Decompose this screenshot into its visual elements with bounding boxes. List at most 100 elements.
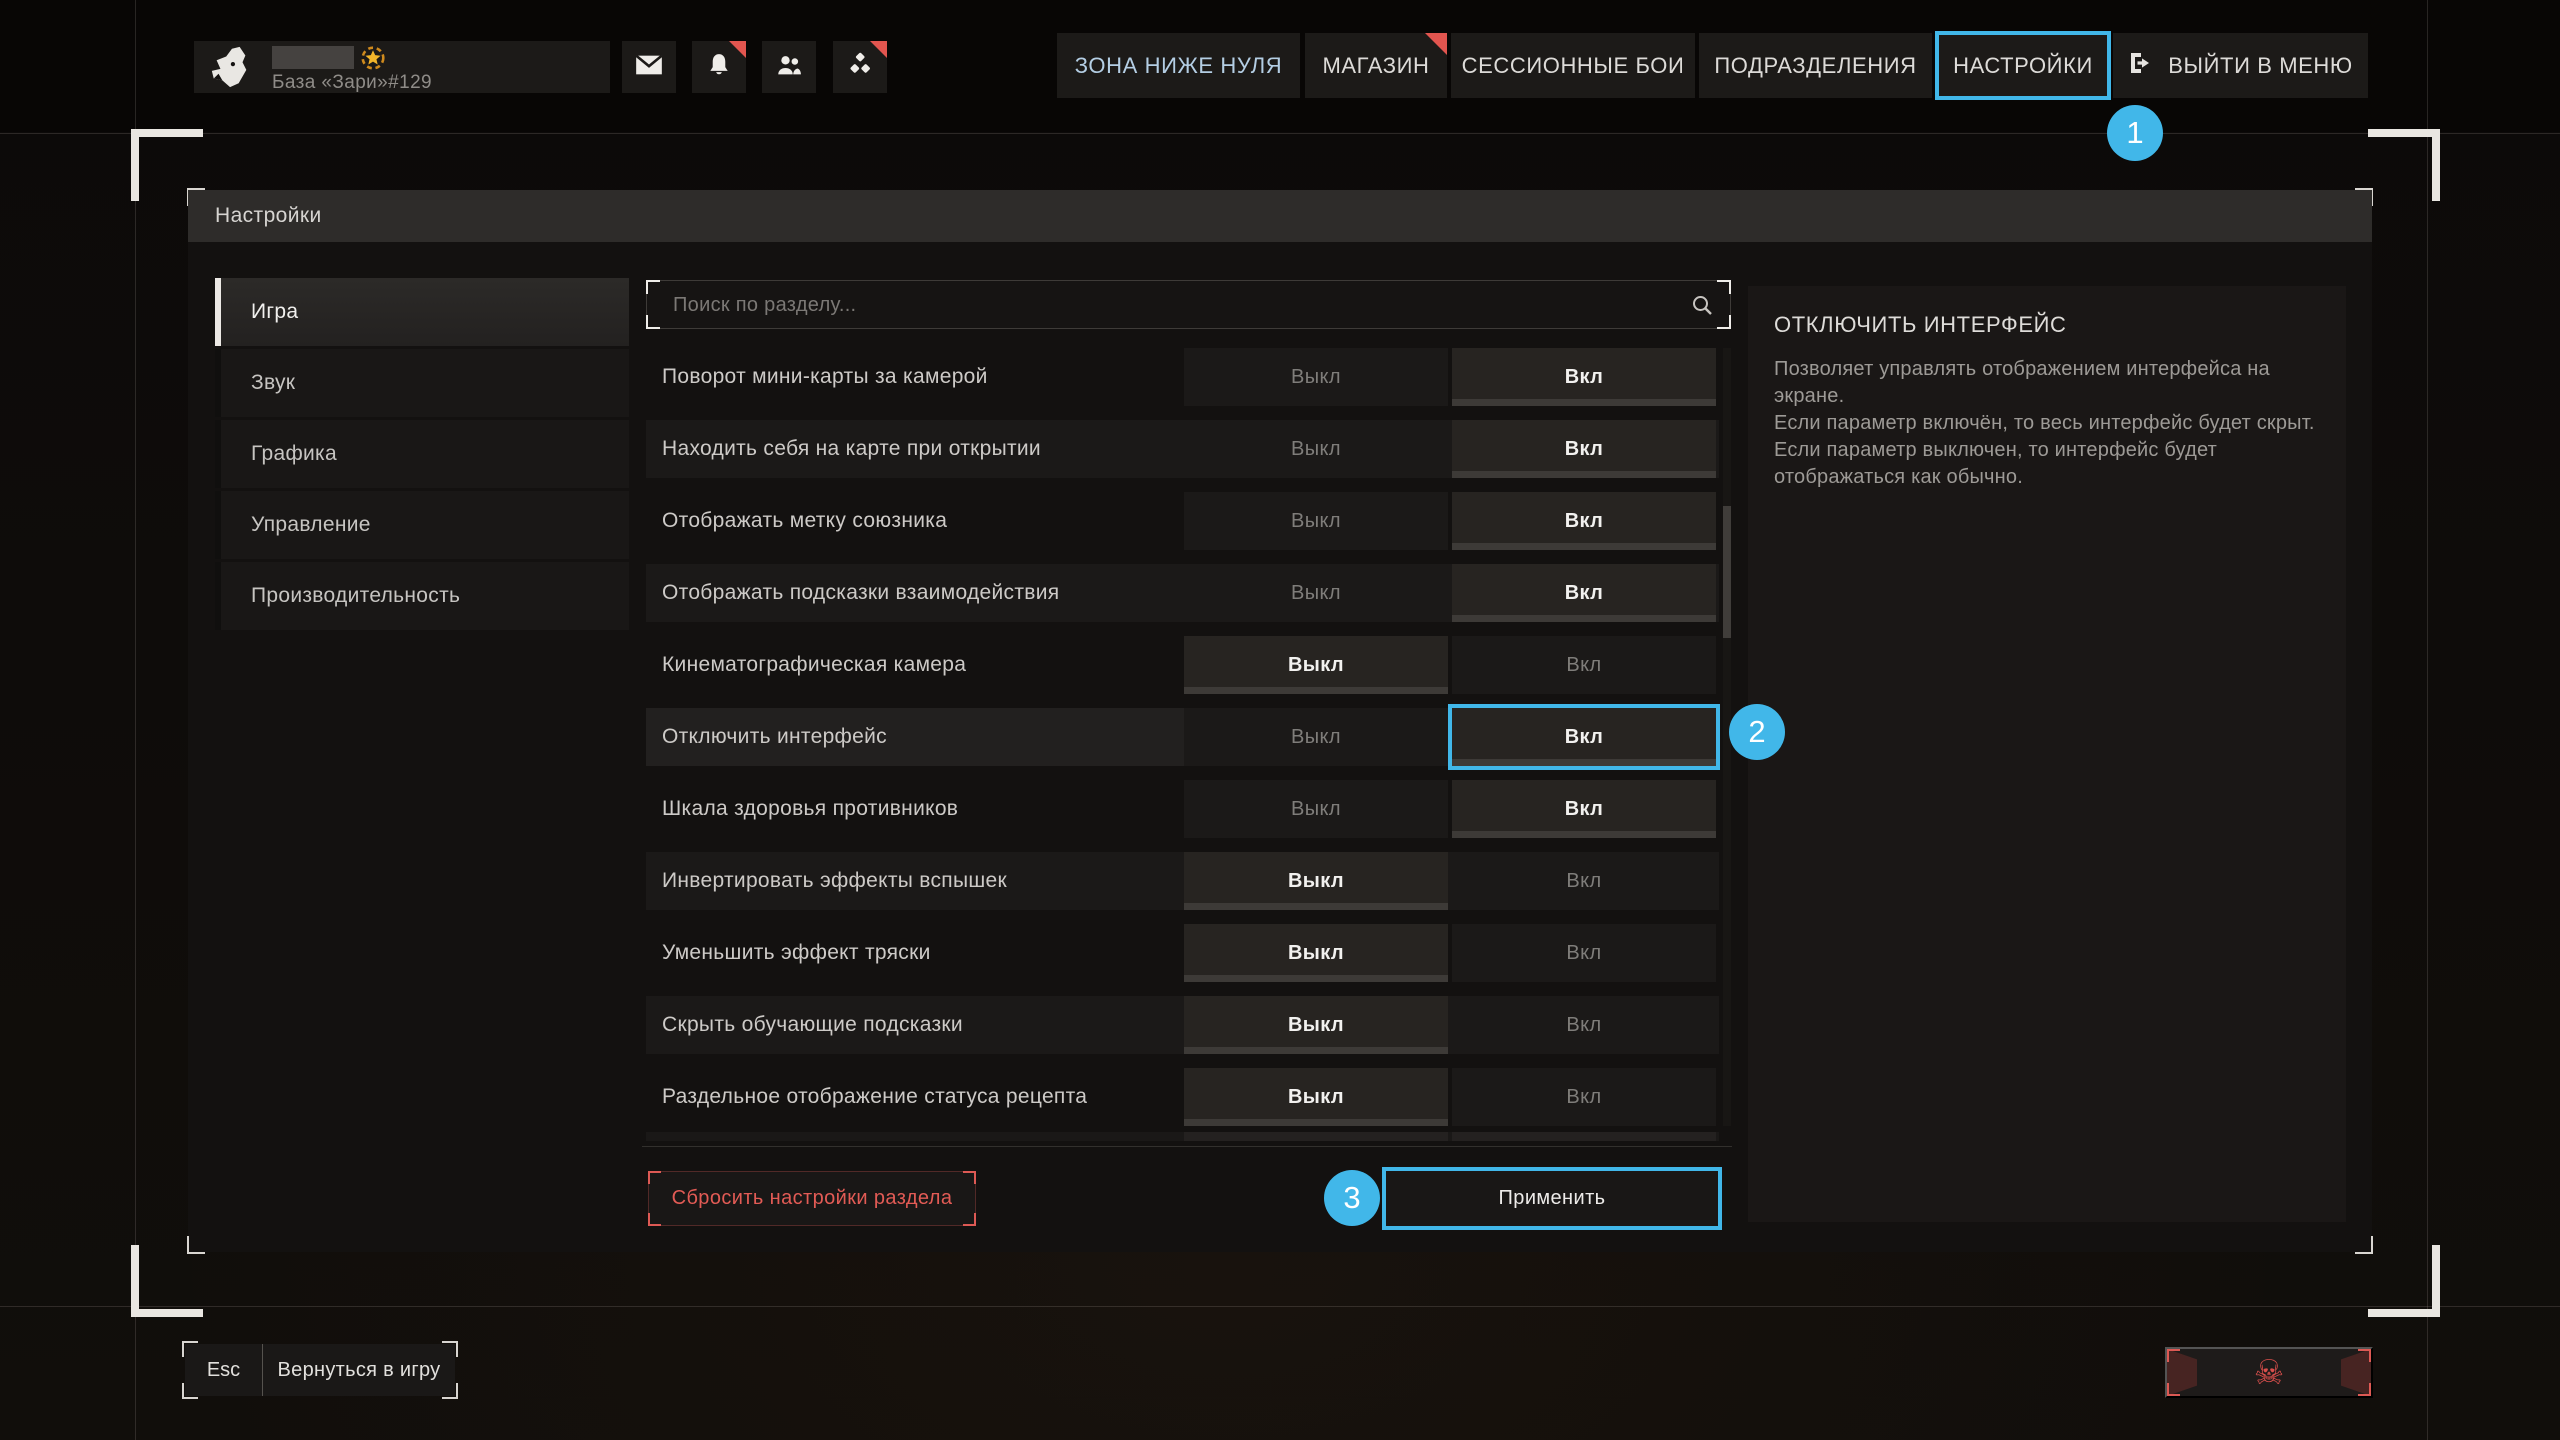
toggle-on-button[interactable]: Вкл	[1452, 564, 1716, 622]
nav-shop[interactable]: МАГАЗИН	[1305, 33, 1447, 98]
toggle-on-button[interactable]: Вкл	[1452, 708, 1716, 766]
apply-button[interactable]: Применить	[1386, 1171, 1718, 1226]
return-to-game-button[interactable]: Esc Вернуться в игру	[185, 1344, 455, 1396]
setting-row: Отображать подсказки взаимодействияВыклВ…	[646, 564, 1719, 622]
search-corner	[1717, 280, 1731, 294]
frame-line	[135, 0, 136, 1440]
search-corner	[646, 280, 660, 294]
player-name-redacted	[272, 46, 354, 69]
toggle-off-button[interactable]: Выкл	[1184, 636, 1448, 694]
search-box[interactable]	[646, 280, 1731, 329]
skull-corner	[2358, 1349, 2371, 1362]
danger-skull-button[interactable]: ☠	[2165, 1347, 2373, 1398]
toggle-off-button[interactable]: Выкл	[1184, 564, 1448, 622]
sidebar-tab-1[interactable]: Игра	[215, 278, 629, 346]
bell-tile-button[interactable]	[692, 41, 746, 93]
esc-corner	[442, 1383, 458, 1399]
esc-key-label: Esc	[185, 1359, 262, 1382]
toggle-on-button[interactable]: Вкл	[1452, 348, 1716, 406]
toggle-on-button[interactable]: Вкл	[1452, 924, 1716, 982]
reset-corner	[648, 1171, 661, 1184]
search-input[interactable]	[671, 281, 1615, 330]
nav-divisions[interactable]: ПОДРАЗДЕЛЕНИЯ	[1699, 33, 1932, 98]
setting-row: Отображать метку союзника ВыклВкл	[646, 492, 1719, 550]
window-corner	[187, 1236, 205, 1254]
annotation-step-3: 3	[1324, 1170, 1380, 1226]
nav-zone-below-zero[interactable]: ЗОНА НИЖЕ НУЛЯ	[1057, 33, 1300, 98]
scrollbar-thumb[interactable]	[1723, 506, 1731, 638]
setting-label: Раздельное отображение статуса рецепта	[662, 1068, 1087, 1126]
setting-label: Инвертировать эффекты вспышек	[662, 852, 1007, 910]
window-title: Настройки	[188, 190, 2372, 242]
annotation-step-2: 2	[1729, 704, 1785, 760]
nav-label: ВЫЙТИ В МЕНЮ	[2168, 53, 2352, 79]
setting-label: Скрыть обучающие подсказки	[662, 996, 963, 1054]
setting-label: Находить себя на карте при открытии	[662, 420, 1041, 478]
toggle-off-button[interactable]: Выкл	[1184, 708, 1448, 766]
player-info-chip[interactable]: База «Зари»#129	[194, 41, 610, 93]
toggle-off-button[interactable]: Выкл	[1184, 420, 1448, 478]
search-corner	[646, 315, 660, 329]
toggle-off-button[interactable]: Выкл	[1184, 492, 1448, 550]
setting-row: Уменьшить эффект тряски ВыклВкл	[646, 924, 1719, 982]
sidebar-tab-label: Игра	[251, 300, 298, 324]
info-panel: ОТКЛЮЧИТЬ ИНТЕРФЕЙС Позволяет управлять …	[1748, 286, 2346, 1222]
toggle-off-button[interactable]: Выкл	[1184, 780, 1448, 838]
toggle-off-button[interactable]: Выкл	[1184, 1068, 1448, 1126]
skull-corner	[2167, 1383, 2180, 1396]
sidebar-tab-label: Производительность	[251, 584, 460, 608]
toggle-off-button[interactable]: Выкл	[1184, 924, 1448, 982]
frame-line	[2427, 0, 2428, 1440]
toggle-off-button[interactable]: Выкл	[1184, 348, 1448, 406]
friends-tile-button[interactable]	[762, 41, 816, 93]
frame-line	[0, 1306, 2560, 1307]
frame-corner	[131, 1245, 203, 1317]
toggle-on-button[interactable]: Вкл	[1452, 852, 1716, 910]
setting-row: Шкала здоровья противниковВыклВкл	[646, 780, 1719, 838]
nav-exit-to-menu[interactable]: ВЫЙТИ В МЕНЮ	[2113, 33, 2368, 98]
toggle-on-button[interactable]: Вкл	[1452, 420, 1716, 478]
exit-icon	[2128, 50, 2168, 82]
reset-corner	[963, 1213, 976, 1226]
toggle-on-button[interactable]: Вкл	[1452, 636, 1716, 694]
setting-row: Поворот мини-карты за камеройВыклВкл	[646, 348, 1719, 406]
reset-corner	[648, 1213, 661, 1226]
mail-tile-button[interactable]	[622, 41, 676, 93]
toggle-off-button[interactable]: Выкл	[1184, 852, 1448, 910]
setting-label: Отображать метку союзника	[662, 492, 947, 550]
sidebar-tab-2[interactable]: Звук	[215, 349, 629, 417]
clan-emblem-wolf-icon	[208, 44, 254, 90]
clipped-toggle	[1452, 1132, 1716, 1141]
info-title: ОТКЛЮЧИТЬ ИНТЕРФЕЙС	[1774, 312, 2346, 338]
clipped-toggle	[1184, 1132, 1448, 1141]
setting-label: Кинематографическая камера	[662, 636, 966, 694]
sidebar-tab-label: Управление	[251, 513, 371, 537]
squad-tile-button[interactable]	[833, 41, 887, 93]
nav-label: ЗОНА НИЖЕ НУЛЯ	[1075, 53, 1283, 79]
notification-badge	[729, 41, 746, 58]
reset-section-button[interactable]: Сбросить настройки раздела	[648, 1171, 976, 1226]
nav-settings[interactable]: НАСТРОЙКИ	[1937, 33, 2109, 98]
esc-corner	[182, 1341, 198, 1357]
sidebar-tab-3[interactable]: Графика	[215, 420, 629, 488]
sidebar-tab-4[interactable]: Управление	[215, 491, 629, 559]
nav-session-battles[interactable]: СЕССИОННЫЕ БОИ	[1451, 33, 1695, 98]
player-rank-badge-icon	[360, 45, 386, 71]
esc-corner	[182, 1383, 198, 1399]
setting-label: Отключить интерфейс	[662, 708, 887, 766]
toggle-on-button[interactable]: Вкл	[1452, 780, 1716, 838]
nav-label: НАСТРОЙКИ	[1953, 53, 2093, 79]
setting-row: Кинематографическая камера ВыклВкл	[646, 636, 1719, 694]
notification-badge	[870, 41, 887, 58]
frame-corner	[2368, 1245, 2440, 1317]
esc-corner	[442, 1341, 458, 1357]
skull-corner	[2167, 1349, 2180, 1362]
toggle-on-button[interactable]: Вкл	[1452, 492, 1716, 550]
toggle-on-button[interactable]: Вкл	[1452, 1068, 1716, 1126]
sidebar-tab-label: Звук	[251, 371, 295, 395]
toggle-off-button[interactable]: Выкл	[1184, 996, 1448, 1054]
sidebar-tab-5[interactable]: Производительность	[215, 562, 629, 630]
toggle-on-button[interactable]: Вкл	[1452, 996, 1716, 1054]
nav-label: ПОДРАЗДЕЛЕНИЯ	[1714, 53, 1916, 79]
setting-label: Уменьшить эффект тряски	[662, 924, 931, 982]
